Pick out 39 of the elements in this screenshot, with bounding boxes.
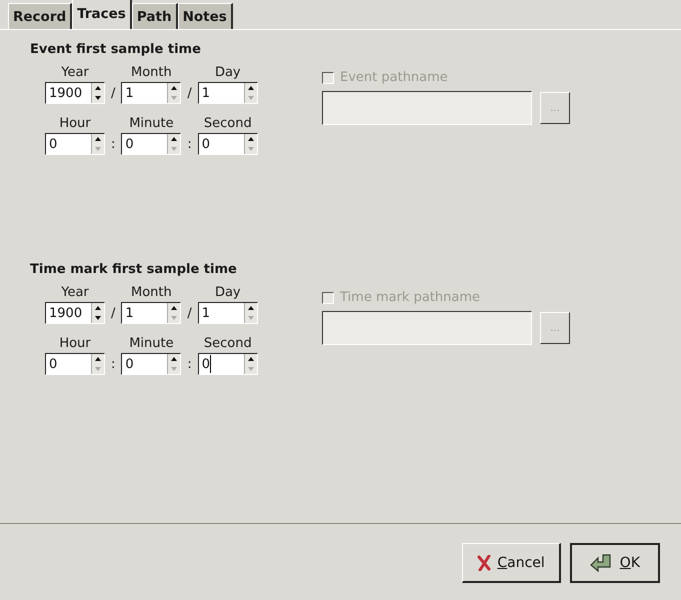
- field-label: Minute: [129, 336, 174, 351]
- field-label: Year: [61, 285, 89, 300]
- tab[interactable]: Path: [132, 3, 178, 29]
- field-label: Minute: [129, 116, 174, 131]
- separator-text: :: [186, 357, 193, 374]
- separator-text: /: [110, 86, 116, 103]
- down-arrow-icon[interactable]: [95, 96, 101, 100]
- path-field[interactable]: [322, 311, 532, 345]
- field-label: Day: [214, 65, 241, 80]
- separator-text: /: [110, 306, 116, 323]
- field-label: Year: [61, 65, 89, 80]
- tab[interactable]: Traces: [72, 0, 132, 29]
- up-arrow-icon[interactable]: [95, 86, 101, 90]
- ok-button[interactable]: OK: [570, 543, 660, 583]
- separator-text: :: [110, 357, 116, 374]
- tab[interactable]: Record: [8, 3, 72, 29]
- spin-field[interactable]: 1900: [45, 82, 105, 104]
- separator-text: :: [110, 137, 116, 154]
- field-label: Hour: [59, 336, 91, 351]
- checkbox-label: Time mark pathname: [340, 290, 480, 305]
- section-title: Event first sample time: [30, 42, 201, 57]
- tab[interactable]: Notes: [178, 3, 233, 29]
- section-title: Time mark first sample time: [30, 262, 237, 277]
- field-label: Month: [131, 285, 172, 300]
- spin-field[interactable]: 1900: [45, 302, 105, 324]
- cancel-button[interactable]: Cancel: [462, 543, 561, 583]
- field-label: Month: [131, 65, 172, 80]
- field-label: Day: [214, 285, 241, 300]
- x-icon: [477, 554, 492, 570]
- field-label: Hour: [59, 116, 91, 131]
- checkbox-label: Event pathname: [340, 70, 448, 85]
- down-arrow-icon[interactable]: [95, 316, 101, 320]
- separator-text: :: [186, 137, 193, 154]
- separator-text: /: [186, 306, 193, 323]
- path-field[interactable]: [322, 91, 532, 125]
- up-arrow-icon[interactable]: [95, 306, 101, 310]
- field-label: Second: [204, 336, 252, 351]
- separator-text: /: [186, 86, 193, 103]
- field-label: Second: [204, 116, 252, 131]
